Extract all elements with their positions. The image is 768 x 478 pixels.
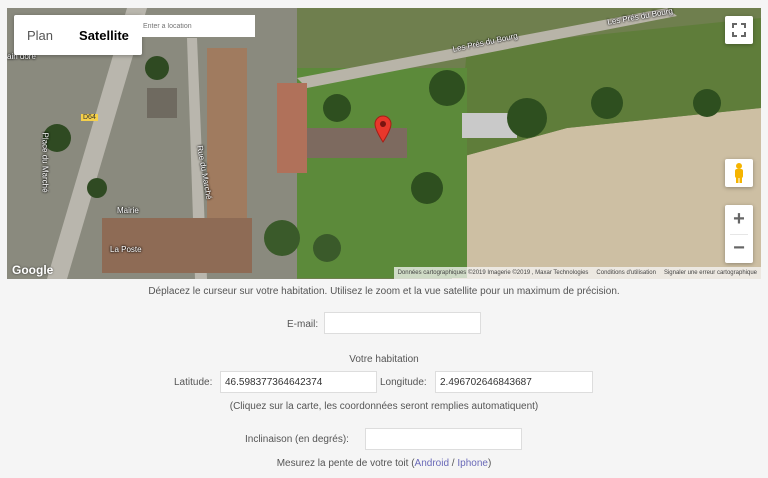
street-view-pegman-button[interactable] [725, 159, 753, 187]
iphone-link[interactable]: Iphone [457, 458, 488, 469]
email-label: E-mail: [287, 319, 319, 330]
google-logo: Google [12, 263, 54, 277]
terms-link[interactable]: Conditions d'utilisation [596, 270, 656, 276]
longitude-label: Longitude: [380, 377, 427, 388]
fullscreen-icon [732, 23, 746, 37]
zoom-control: + − [725, 205, 753, 263]
map-type-control: Plan Satellite [14, 15, 142, 55]
map-view[interactable]: Les Prés du Bourg Les Prés du Bourg D64 … [7, 8, 761, 279]
attribution-data: Données cartographiques ©2019 Imagerie ©… [397, 270, 589, 276]
habitation-heading: Votre habitation [349, 354, 419, 365]
map-label-la-poste: La Poste [110, 245, 142, 254]
map-label-mairie: Mairie [117, 206, 139, 215]
email-field[interactable] [324, 312, 481, 334]
zoom-in-button[interactable]: + [725, 205, 753, 234]
slope-text-after: ) [487, 458, 492, 469]
instructions-text: Déplacez le curseur sur votre habitation… [148, 286, 620, 297]
report-error-link[interactable]: Signaler une erreur cartographique [664, 270, 757, 276]
map-label-d64: D64 [81, 114, 98, 121]
android-link[interactable]: Android [415, 458, 449, 469]
pegman-icon [735, 163, 743, 183]
map-label-place-du-marche: Place du Marché [40, 132, 50, 193]
longitude-field[interactable] [435, 371, 593, 393]
slope-help-text: Mesurez la pente de votre toit (Android … [0, 458, 768, 469]
map-attribution: Données cartographiques ©2019 Imagerie ©… [393, 267, 761, 279]
location-marker-icon[interactable] [374, 115, 392, 143]
inclinaison-label: Inclinaison (en degrés): [245, 434, 349, 445]
tab-satellite[interactable]: Satellite [66, 15, 142, 55]
fullscreen-button[interactable] [725, 16, 753, 44]
latitude-field[interactable] [220, 371, 377, 393]
inclinaison-field[interactable] [365, 428, 522, 450]
latitude-label: Latitude: [174, 377, 213, 388]
zoom-out-button[interactable]: − [725, 235, 753, 264]
location-search-input[interactable] [137, 15, 255, 37]
tab-plan[interactable]: Plan [14, 15, 66, 55]
coords-note: (Cliquez sur la carte, les coordonnées s… [229, 401, 539, 412]
slope-text-before: Mesurez la pente de votre toit ( [276, 458, 415, 469]
